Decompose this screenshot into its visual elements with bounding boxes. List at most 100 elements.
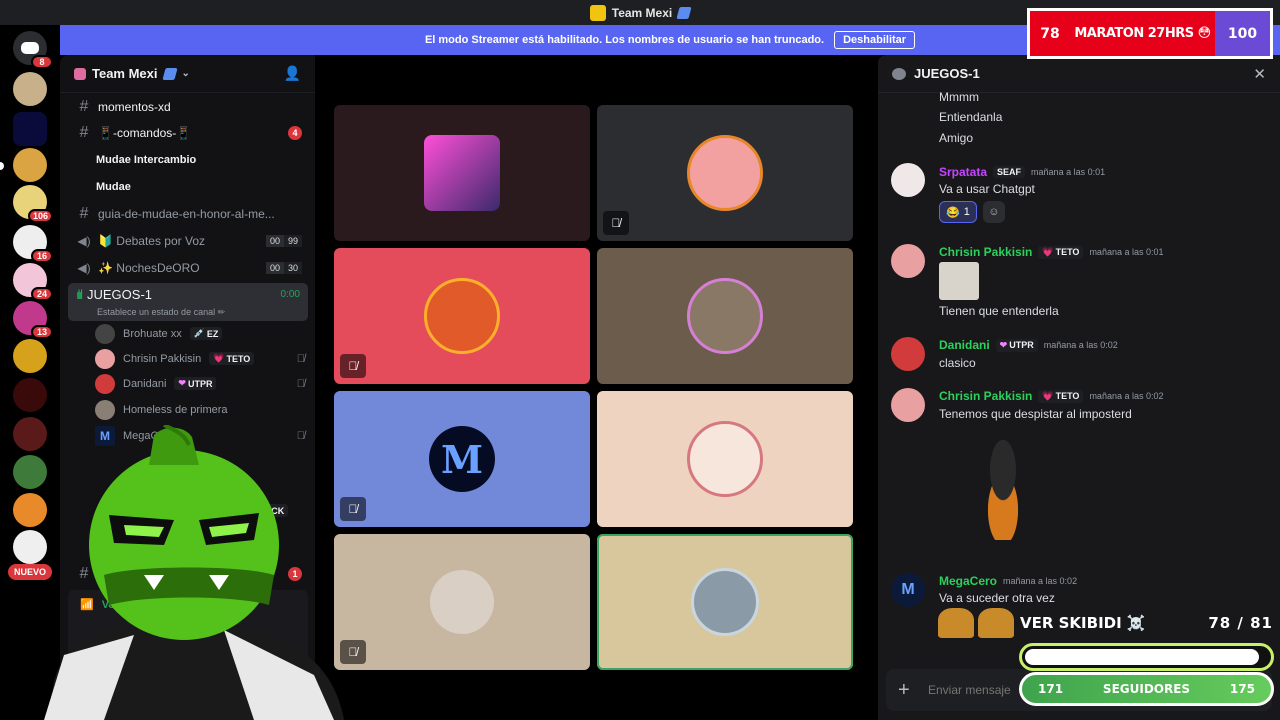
message-text: Mmmm	[939, 90, 979, 104]
avatar[interactable]	[891, 244, 925, 278]
author-name[interactable]: Danidani	[939, 338, 990, 352]
server-avatar[interactable]	[13, 339, 47, 373]
user-count: 00 30	[265, 262, 302, 274]
avatar	[691, 568, 759, 636]
server-avatar[interactable]	[13, 112, 47, 146]
channel-comandos[interactable]: # 📱-comandos-📱 4	[68, 121, 308, 145]
plus-icon[interactable]: +	[898, 679, 928, 702]
flag-icon	[676, 6, 692, 19]
channel-name: momentos-xd	[98, 100, 171, 114]
followers-overlay: 171 SEGUIDORES 175	[1019, 672, 1274, 706]
server-avatar[interactable]: 24	[13, 263, 53, 301]
message-header: Srpatata SEAF mañana a las 0:01	[939, 165, 1105, 179]
avatar[interactable]: M	[891, 573, 925, 607]
avatar	[95, 348, 115, 369]
user-name: Danidani	[123, 377, 167, 390]
tag-label: TETO	[1055, 247, 1080, 257]
author-name[interactable]: Srpatata	[939, 165, 987, 179]
banner-text: El modo Streamer está habilitado. Los no…	[424, 34, 825, 46]
author-name[interactable]: MegaCero	[939, 574, 997, 588]
timestamp: mañana a las 0:02	[1089, 391, 1164, 401]
participant-tile[interactable]	[597, 248, 853, 384]
channel-name: ✨ NochesDeORO	[98, 261, 200, 275]
add-member-icon[interactable]: 👤	[284, 65, 301, 82]
marathon-label: MARATON 27HRS 😳	[1074, 26, 1211, 41]
thread-mudae-intercambio[interactable]: Mudae Intercambio	[68, 148, 308, 172]
speaker-icon: ◀)	[77, 261, 91, 275]
marathon-left-count: 78	[1040, 25, 1060, 42]
avatar	[687, 278, 763, 354]
reaction-button[interactable]: 😂 1	[939, 201, 977, 223]
participant-tile[interactable]	[334, 105, 590, 241]
server-avatar[interactable]	[13, 378, 47, 412]
muted-icon: 🎙̸	[603, 211, 629, 235]
thread-mudae[interactable]: Mudae	[68, 175, 308, 199]
voice-activity-icon: ılıl	[76, 287, 83, 302]
muted-icon: 🎙̸	[296, 352, 305, 365]
voice-channel-juegos[interactable]: ılıl JUEGOS-1 0:00 Establece un estado d…	[68, 283, 308, 321]
channel-guia[interactable]: # guia-de-mudae-en-honor-al-me...	[68, 202, 308, 226]
channel-name: guia-de-mudae-en-honor-al-me...	[98, 207, 275, 221]
unread-indicator	[0, 162, 4, 170]
tag-label: EZ	[206, 328, 219, 339]
avatar	[424, 278, 500, 354]
avatar[interactable]	[891, 337, 925, 371]
close-icon[interactable]: ✕	[1253, 65, 1266, 83]
add-reaction-icon[interactable]: ☺	[982, 201, 1005, 223]
voice-channel-noches[interactable]: ◀) ✨ NochesDeORO 00 30	[68, 256, 308, 280]
dog-icons	[938, 608, 1014, 638]
participant-tile[interactable]: 🎙̸	[597, 105, 853, 241]
marathon-overlay: 78 MARATON 27HRS 😳 100	[1027, 8, 1273, 59]
participant-tile[interactable]: M 🎙̸	[334, 391, 590, 527]
disable-streamer-button[interactable]: Deshabilitar	[834, 31, 916, 49]
server-avatar[interactable]	[13, 72, 47, 106]
goal-progress-bar	[1019, 643, 1274, 671]
window-title: Team Mexi	[611, 5, 673, 20]
voice-user[interactable]: Chrisin Pakkisin 💗 TETO 🎙̸	[95, 346, 305, 371]
goku-sticker[interactable]	[973, 440, 1033, 540]
author-name[interactable]: Chrisin Pakkisin	[939, 245, 1032, 259]
tag-label: TETO	[226, 353, 251, 364]
participant-tile[interactable]: 🎙̸	[334, 248, 590, 384]
voice-channel-debates[interactable]: ◀) 🔰 Debates por Voz 00 99	[68, 229, 308, 253]
speaker-icon: ◀)	[77, 234, 91, 248]
tag-label: UTPR	[187, 378, 213, 389]
message-text: Amigo	[939, 131, 974, 145]
goal-label: VER SKIBIDI ☠️	[1020, 614, 1146, 632]
house-icon	[74, 67, 86, 80]
app-window: Team Mexi 8 106 16 24 13 NUEVO El modo S…	[0, 0, 1280, 720]
user-tag: 💉 EZ	[189, 327, 223, 340]
participant-tile-speaking[interactable]	[597, 534, 853, 670]
user-count-limit: 99	[283, 235, 302, 247]
server-avatar[interactable]	[13, 148, 47, 182]
discord-home-button[interactable]: 8	[13, 31, 53, 69]
cat-image[interactable]	[939, 262, 979, 300]
voice-user[interactable]: Homeless de primera	[95, 397, 305, 422]
server-avatar[interactable]: 13	[13, 301, 53, 339]
reactions: 😂 1 ☺	[939, 201, 1005, 223]
avatar[interactable]	[891, 163, 925, 197]
author-name[interactable]: Chrisin Pakkisin	[939, 389, 1032, 403]
goal-progress-fill	[1025, 649, 1259, 665]
channel-momentos[interactable]: # momentos-xd	[68, 95, 308, 119]
channel-status[interactable]: Establece un estado de canal ✏	[97, 307, 225, 318]
timestamp: mañana a las 0:01	[1089, 247, 1164, 257]
server-icon	[589, 4, 606, 21]
voice-timer: 0:00	[280, 289, 300, 300]
avatar[interactable]	[891, 388, 925, 422]
message-header: Chrisin Pakkisin 💗 TETO mañana a las 0:01	[939, 245, 1164, 259]
voice-stage: 🎙̸ 🎙̸ M 🎙̸ 🎙̸	[315, 55, 870, 720]
avatar	[95, 373, 115, 394]
skibidi-goal-overlay: VER SKIBIDI ☠️ 78 / 81	[938, 606, 1273, 640]
participant-tile[interactable]	[597, 391, 853, 527]
server-avatar[interactable]: 16	[13, 225, 53, 263]
participant-tile[interactable]: 🎙̸	[334, 534, 590, 670]
guild-header[interactable]: Team Mexi ⌄ 👤	[60, 55, 315, 93]
character-overlay	[44, 425, 344, 720]
voice-user[interactable]: Brohuate xx 💉 EZ	[95, 321, 305, 346]
channel-name: 🔰 Debates por Voz	[98, 234, 205, 248]
user-tag: 💗 TETO	[1038, 389, 1084, 403]
followers-label: SEGUIDORES	[1102, 682, 1191, 696]
server-avatar[interactable]: 106	[13, 185, 53, 223]
voice-user[interactable]: Danidani ❤ UTPR 🎙̸	[95, 371, 305, 396]
